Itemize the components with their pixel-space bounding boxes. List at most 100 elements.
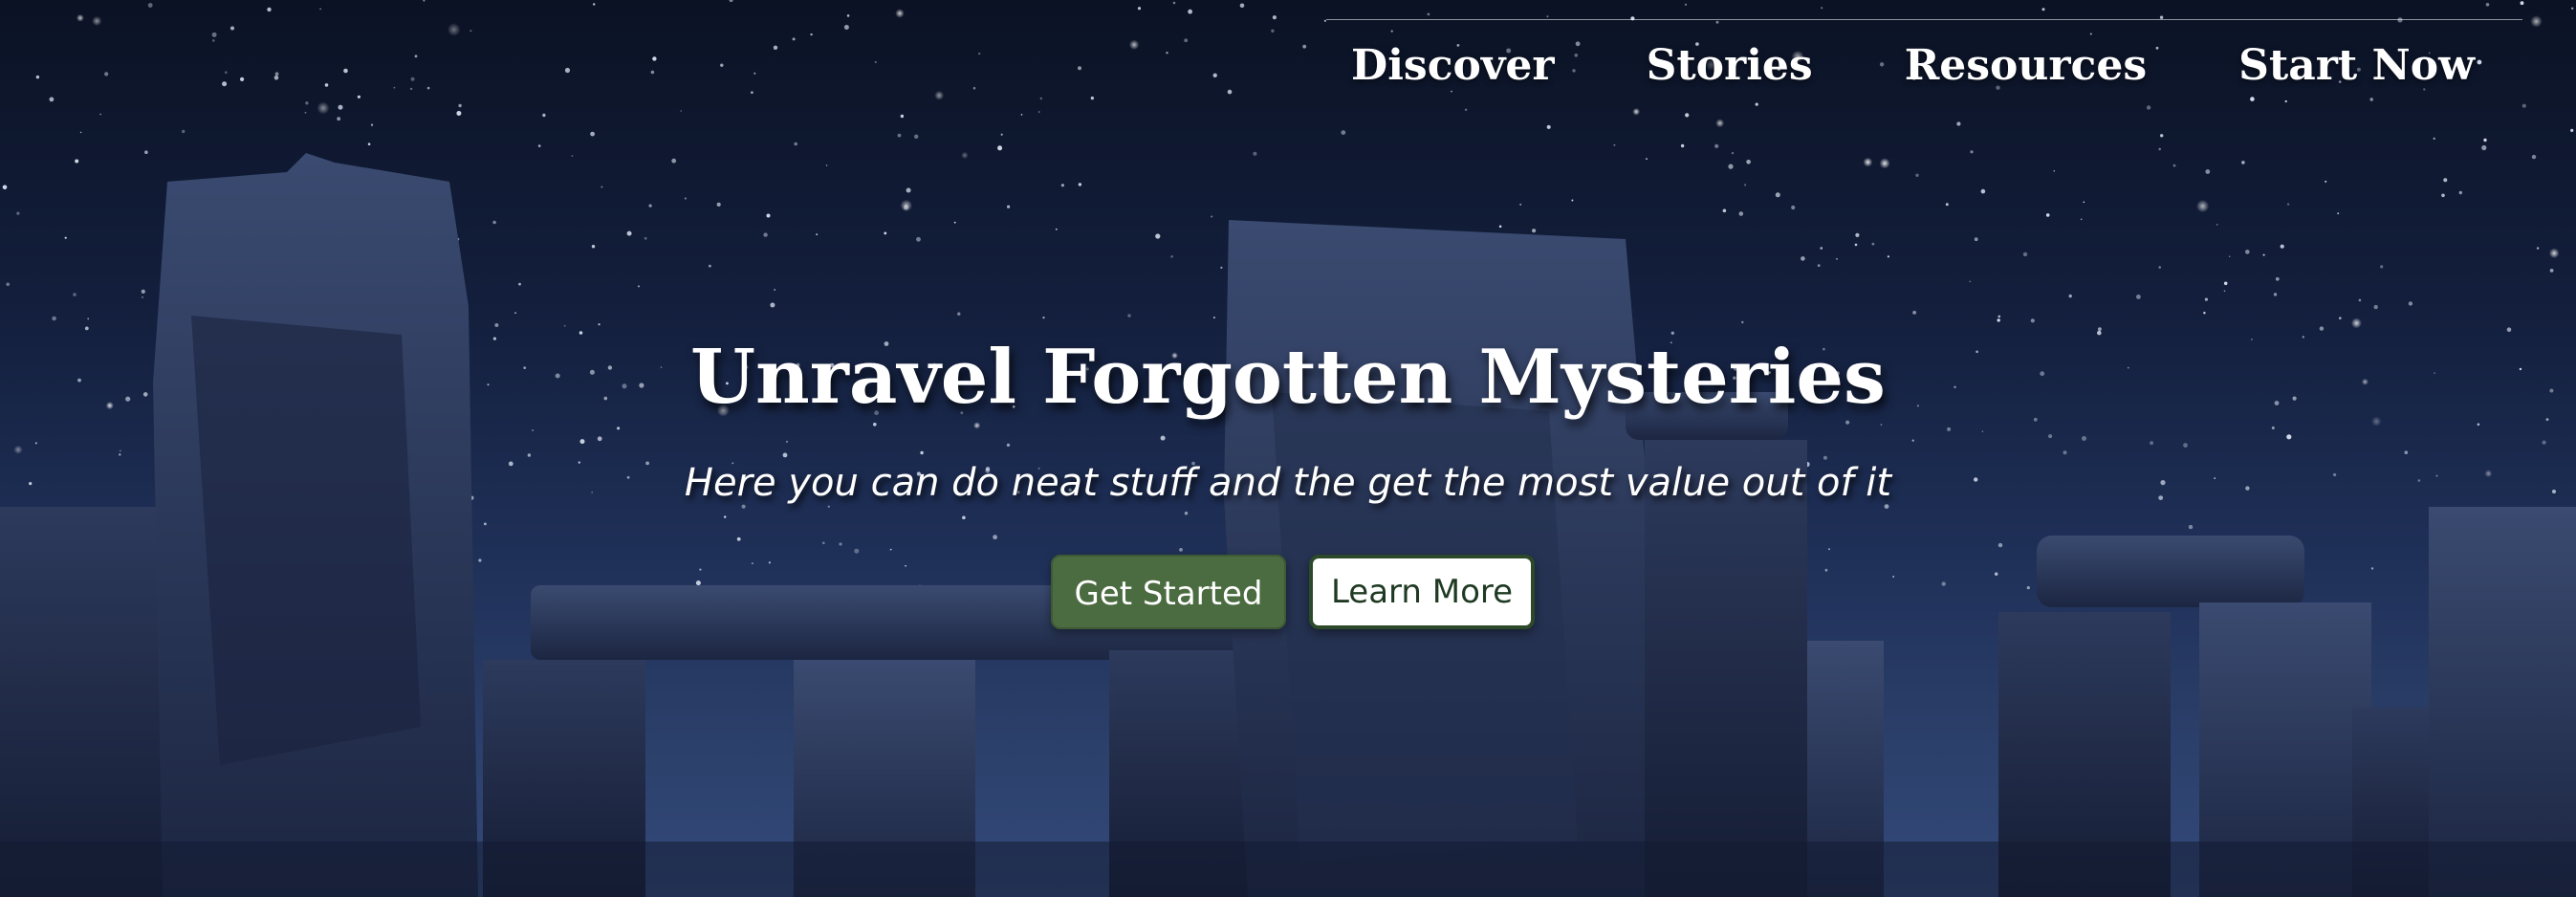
star — [2370, 567, 2374, 570]
star — [2196, 200, 2210, 213]
star — [1060, 184, 1064, 187]
star — [273, 76, 279, 80]
star — [1571, 199, 1574, 202]
star — [1037, 111, 1040, 113]
star — [671, 158, 677, 164]
star — [1078, 183, 1082, 186]
star — [447, 23, 461, 36]
nav-item-resources[interactable]: Resources — [1859, 34, 2193, 97]
star — [953, 221, 956, 224]
star — [1817, 264, 1821, 267]
star — [2339, 317, 2342, 320]
star — [2530, 15, 2543, 28]
star — [1871, 242, 1875, 246]
star — [458, 103, 462, 108]
star — [650, 70, 655, 75]
stonehenge-background-image — [0, 0, 2576, 897]
star — [972, 86, 976, 90]
star — [478, 558, 482, 562]
star — [1155, 233, 1161, 239]
star — [1941, 581, 1946, 586]
star — [2369, 98, 2373, 101]
star — [2223, 290, 2226, 293]
star — [1184, 512, 1189, 515]
star — [34, 442, 37, 445]
hero-section: Discover Stories Resources Start Now Unr… — [0, 0, 2576, 897]
star — [2083, 201, 2085, 204]
star — [2280, 244, 2284, 249]
star — [456, 111, 462, 116]
star — [1722, 208, 1727, 213]
star — [1854, 243, 1858, 247]
star — [1820, 247, 1823, 250]
star — [1239, 3, 1245, 9]
star — [2204, 297, 2208, 301]
star — [1341, 130, 1346, 136]
star — [2203, 312, 2206, 315]
star — [2045, 213, 2050, 217]
star — [393, 86, 396, 89]
star — [2158, 147, 2161, 151]
star — [120, 449, 121, 452]
star — [1728, 164, 1734, 169]
star — [906, 187, 911, 193]
star — [147, 3, 153, 8]
star — [492, 220, 496, 225]
star — [1731, 151, 1735, 155]
star — [1188, 9, 1192, 14]
nav-item-stories[interactable]: Stories — [1601, 34, 1859, 97]
star — [1997, 318, 2000, 322]
star — [144, 150, 148, 154]
learn-more-button[interactable]: Learn More — [1309, 555, 1535, 629]
get-started-button[interactable]: Get Started — [1051, 555, 1286, 629]
star — [900, 114, 905, 119]
star — [1632, 107, 1641, 116]
star — [1127, 314, 1131, 317]
star — [141, 289, 145, 294]
star — [1172, 1, 1176, 5]
star — [729, 0, 733, 3]
star — [484, 522, 487, 526]
nav-item-start-now[interactable]: Start Now — [2193, 34, 2522, 97]
star — [638, 285, 640, 288]
star — [211, 32, 217, 37]
star — [305, 101, 309, 105]
star — [2571, 7, 2574, 10]
star — [846, 14, 850, 17]
star — [2082, 436, 2086, 441]
star — [1995, 572, 1998, 576]
star — [1738, 211, 1744, 216]
star — [2223, 281, 2228, 286]
star — [1824, 568, 1828, 572]
star — [2380, 265, 2384, 269]
star — [2358, 298, 2362, 302]
star — [993, 535, 997, 540]
star — [753, 72, 756, 75]
star — [1039, 97, 1043, 100]
star — [2183, 443, 2188, 448]
star — [751, 91, 753, 94]
star — [1498, 225, 1502, 229]
star — [816, 233, 819, 236]
star — [370, 123, 374, 126]
star — [2542, 440, 2546, 445]
nav-item-discover[interactable]: Discover — [1305, 34, 1601, 97]
star — [212, 39, 215, 42]
star — [2080, 218, 2083, 221]
star — [905, 564, 906, 567]
star — [1912, 311, 1916, 315]
star — [1685, 113, 1690, 118]
star — [1821, 7, 1823, 10]
star — [1801, 256, 1805, 261]
star — [763, 232, 768, 237]
star — [2286, 434, 2292, 440]
star — [695, 580, 701, 586]
star — [87, 317, 90, 320]
star — [1646, 158, 1648, 161]
star — [1879, 158, 1890, 169]
hero-subtitle: Here you can do neat stuff and the get t… — [684, 461, 1892, 505]
hero-title: Unravel Forgotten Mysteries — [690, 334, 1886, 421]
star — [1956, 121, 1961, 126]
star — [794, 142, 797, 146]
star — [854, 548, 860, 554]
